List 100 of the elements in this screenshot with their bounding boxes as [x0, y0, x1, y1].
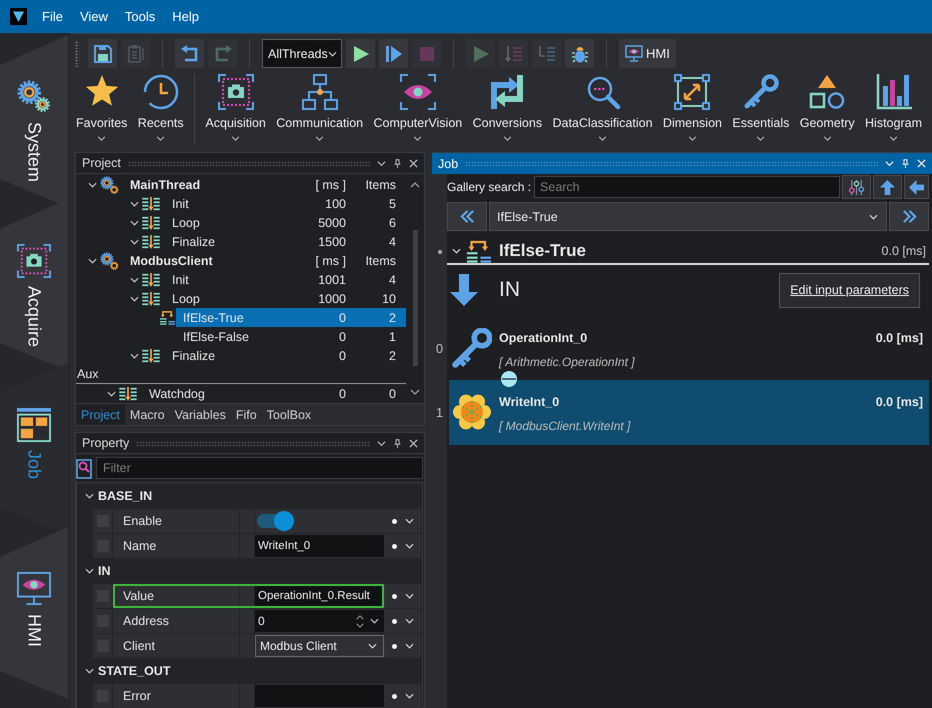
panel-tab[interactable]: Fifo — [230, 404, 262, 425]
filter-field[interactable]: Filter — [96, 457, 423, 479]
tree-item[interactable]: Init 1001 4 — [164, 270, 406, 289]
ribbon-button[interactable]: Histogram — [865, 74, 922, 141]
toggle-switch[interactable] — [257, 511, 294, 531]
dot-icon[interactable] — [392, 594, 397, 598]
tree-item[interactable]: MainThread [ ms ] Items — [122, 175, 406, 194]
tree-item[interactable]: IfElse-True 0 2 — [176, 308, 406, 327]
text-field[interactable] — [255, 685, 384, 707]
step-button[interactable] — [379, 39, 408, 68]
undo-button[interactable] — [175, 39, 204, 68]
chevron-icon[interactable] — [130, 200, 139, 206]
pin-icon[interactable] — [393, 438, 402, 448]
chevron-down-icon[interactable] — [410, 389, 420, 395]
hmi-button[interactable]: HMI — [619, 39, 676, 68]
text-field[interactable]: OperationInt_0.Result — [255, 585, 384, 607]
text-field[interactable]: WriteInt_0 — [255, 535, 384, 557]
next-button[interactable] — [889, 202, 929, 231]
ribbon-button[interactable]: Geometry — [800, 74, 855, 141]
close-icon[interactable] — [409, 158, 418, 168]
tree-item[interactable]: Watchdog 0 0 — [141, 384, 406, 403]
chevron-down-icon[interactable] — [405, 618, 414, 624]
menu-item[interactable]: Tools — [124, 9, 156, 24]
chevron-down-icon[interactable] — [377, 158, 386, 168]
chevron-icon[interactable] — [107, 390, 116, 396]
dot-icon[interactable] — [392, 694, 397, 698]
menu-item[interactable]: View — [80, 9, 108, 24]
panel-tab[interactable]: Macro — [124, 404, 170, 425]
number-field[interactable]: 0 — [255, 610, 384, 632]
job-step[interactable]: WriteInt_0 0.0 [ms] [ ModbusClient.WriteInt ] — [449, 380, 929, 445]
dot-icon[interactable] — [392, 618, 397, 624]
tree-item[interactable]: Init 100 5 — [164, 194, 406, 213]
chevron-icon[interactable] — [130, 238, 139, 244]
scrollbar-thumb[interactable] — [412, 230, 418, 366]
chevron-icon[interactable] — [88, 182, 97, 188]
tree-item[interactable]: Loop 5000 6 — [164, 213, 406, 232]
search-field[interactable]: Search — [534, 176, 840, 198]
side-tab[interactable]: HMI — [0, 527, 68, 699]
edit-parameters-button[interactable]: Edit input parameters — [779, 272, 920, 308]
property-entry[interactable]: Value OperationInt_0.Result — [113, 584, 384, 608]
ribbon-button[interactable]: Dimension — [662, 74, 722, 141]
chevron-down-icon[interactable] — [405, 693, 414, 699]
chevron-icon[interactable] — [452, 248, 461, 254]
dropdown[interactable]: Modbus Client — [255, 635, 384, 657]
chevron-up-icon[interactable] — [356, 614, 364, 620]
panel-tab[interactable]: Project — [76, 404, 125, 425]
up-button[interactable] — [873, 175, 902, 199]
ribbon-button[interactable]: Conversions — [472, 74, 542, 141]
connector-icon[interactable] — [501, 371, 517, 387]
chevron-down-icon[interactable] — [405, 543, 414, 549]
back-button[interactable] — [904, 175, 929, 199]
property-entry[interactable]: Error — [113, 684, 384, 708]
chevron-icon[interactable] — [130, 276, 139, 282]
ribbon-button[interactable]: DataClassification — [552, 74, 653, 141]
chevron-icon[interactable] — [130, 220, 139, 226]
ribbon-button[interactable]: ComputerVision — [374, 74, 462, 141]
property-entry[interactable]: Address 0 — [113, 609, 384, 633]
chevron-icon[interactable] — [85, 493, 94, 499]
run-button[interactable] — [346, 39, 375, 68]
ribbon-button[interactable]: Recents — [138, 74, 184, 141]
chevron-down-icon[interactable] — [405, 643, 414, 649]
chevron-down-icon[interactable] — [885, 159, 894, 168]
previous-button[interactable] — [447, 202, 487, 231]
ribbon-button[interactable]: Essentials — [732, 74, 790, 141]
debug-button[interactable] — [565, 39, 594, 68]
filter-button[interactable] — [842, 175, 871, 199]
chevron-up-icon[interactable] — [410, 182, 420, 188]
save-button[interactable] — [88, 39, 117, 68]
chevron-icon[interactable] — [88, 258, 97, 264]
chevron-icon[interactable] — [130, 296, 139, 302]
tree-item[interactable]: Finalize 0 2 — [164, 346, 406, 365]
tree-item[interactable]: Loop 1000 10 — [164, 289, 406, 308]
chevron-icon[interactable] — [85, 568, 94, 574]
chevron-down-icon[interactable] — [405, 518, 414, 524]
dot-icon[interactable] — [392, 544, 397, 548]
menu-item[interactable]: File — [42, 9, 63, 24]
chevron-down-icon[interactable] — [405, 593, 414, 599]
property-entry[interactable]: Name WriteInt_0 — [113, 534, 384, 558]
property-entry[interactable]: Enable — [113, 509, 384, 533]
tree-item[interactable]: IfElse-False 0 1 — [176, 327, 406, 346]
chevron-icon[interactable] — [130, 352, 139, 358]
close-icon[interactable] — [409, 438, 418, 448]
menu-item[interactable]: Help — [172, 9, 200, 24]
dot-icon[interactable] — [392, 644, 397, 648]
thread-dropdown[interactable]: AllThreads — [262, 39, 342, 68]
panel-tab[interactable]: ToolBox — [262, 404, 316, 425]
step-dropdown[interactable]: IfElse-True — [489, 202, 887, 231]
dot-icon[interactable] — [392, 518, 397, 524]
tree-item[interactable]: Finalize 1500 4 — [164, 232, 406, 251]
job-step[interactable]: OperationInt_0 0.0 [ms] [ Arithmetic.OperationInt ] — [449, 316, 929, 380]
pin-icon[interactable] — [393, 158, 402, 168]
undo-arrow-icon — [180, 44, 200, 64]
tree-item[interactable]: ModbusClient [ ms ] Items — [122, 251, 406, 270]
chevron-down-icon[interactable] — [377, 438, 386, 448]
panel-tab[interactable]: Variables — [170, 404, 231, 425]
ribbon-button[interactable]: Favorites — [76, 74, 128, 141]
property-entry[interactable]: Client Modbus Client — [113, 634, 384, 658]
ribbon-button[interactable]: Acquisition — [205, 74, 266, 141]
ribbon-button[interactable]: Communication — [276, 74, 364, 141]
chevron-icon[interactable] — [85, 668, 94, 674]
